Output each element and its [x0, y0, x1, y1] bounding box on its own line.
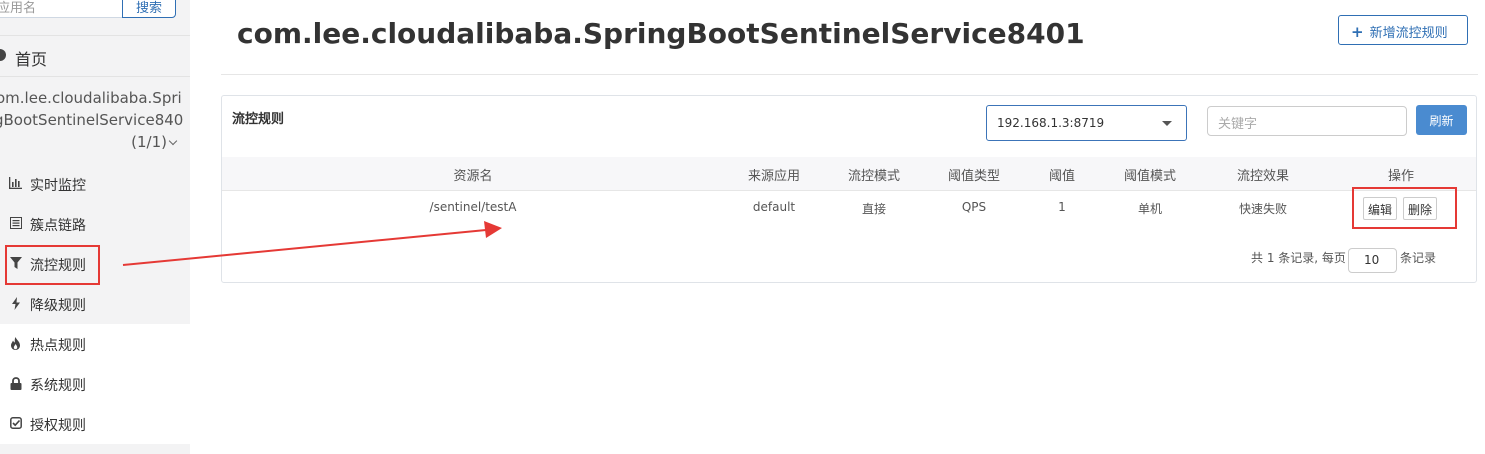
- annotation-arrow-head: [484, 221, 502, 238]
- annotation-arrow: [122, 221, 502, 266]
- annotation-arrow-line: [122, 229, 487, 266]
